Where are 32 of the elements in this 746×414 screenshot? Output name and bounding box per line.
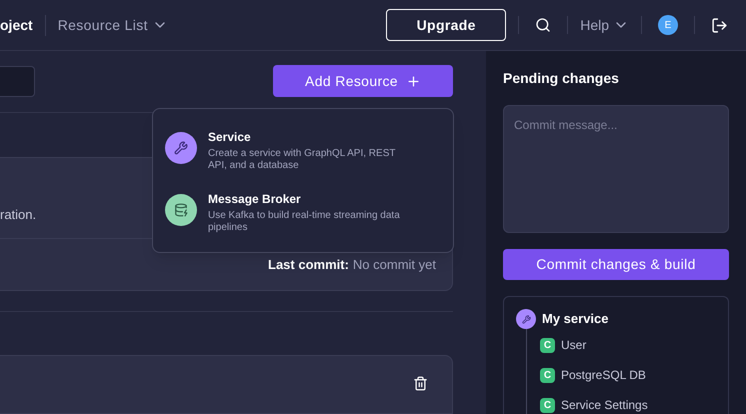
menu-item-description: Create a service with GraphQL API, REST API, and a database [208,148,396,172]
change-badge: C [540,398,555,412]
panel-title: Pending changes [503,69,620,88]
service-name[interactable]: My service [542,309,608,329]
menu-item-title: Service [208,128,252,146]
resource-list-menu[interactable]: Resource List [58,14,168,36]
menu-item-description: Use Kafka to build real-time streaming data pipelines [208,210,401,234]
logout-icon[interactable] [711,16,728,34]
upgrade-button[interactable]: Upgrade [386,9,506,41]
change-item[interactable]: Service Settings [561,396,648,414]
database-icon [165,194,197,226]
service-icon [516,309,536,329]
change-item[interactable]: User [561,336,586,354]
delete-icon[interactable] [413,376,428,392]
project-name[interactable]: oject [0,14,46,36]
menu-item-title: Message Broker [208,190,302,208]
menu-item[interactable]: Message Broker Use Kafka to build real-time streaming data pipelines [165,190,441,234]
card-description: ration. [0,206,36,224]
plus-icon [406,74,421,89]
last-commit-value: No commit yet [352,256,436,274]
change-badge: C [540,338,555,352]
search-icon[interactable] [535,17,552,33]
commit-button[interactable]: Commit changes & build [503,248,729,280]
tools-icon [165,132,197,164]
change-item[interactable]: PostgreSQL DB [561,366,646,384]
menu-item[interactable]: Service Create a service with GraphQL API, REST API, and a database [165,128,441,172]
last-commit-label: Last commit: [268,256,349,274]
help-menu[interactable]: Help [580,14,629,36]
commit-message-field[interactable]: Commit message... [503,105,729,233]
change-badge: C [540,368,555,382]
add-resource-button[interactable]: Add Resource [273,65,453,98]
search-field[interactable] [0,66,35,97]
